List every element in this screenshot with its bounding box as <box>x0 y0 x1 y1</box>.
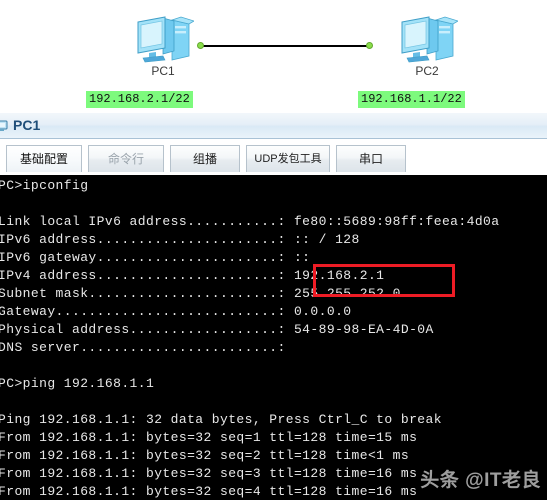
terminal-line: Ping 192.168.1.1: 32 data bytes, Press C… <box>0 412 442 427</box>
terminal-line: Link local IPv6 address...........: fe80… <box>0 214 500 229</box>
window-title-text: PC1 <box>13 117 41 133</box>
window-title-bar: PC1 <box>0 113 547 139</box>
terminal-line: Physical address..................: 54-8… <box>0 322 434 337</box>
tab-strip: 基础配置 命令行 组播 UDP发包工具 串口 <box>0 139 547 175</box>
pc-window-icon <box>0 120 8 131</box>
tab-label: 串口 <box>358 152 383 166</box>
desktop-pc-icon <box>401 16 458 63</box>
topology-node-label: PC2 <box>415 64 439 78</box>
terminal-output: PC>ipconfig Link local IPv6 address.....… <box>0 177 547 500</box>
tab-label: 基础配置 <box>19 152 68 166</box>
tab-label: 组播 <box>192 152 217 166</box>
terminal-line: IPv6 address......................: :: /… <box>0 232 360 247</box>
tab-udp-tool[interactable]: UDP发包工具 <box>246 145 330 172</box>
terminal-line: IPv4 address......................: 192.… <box>0 268 385 283</box>
link-cable <box>200 45 372 47</box>
tab-label: UDP发包工具 <box>254 153 322 165</box>
terminal-line: PC>ping 192.168.1.1 <box>0 376 155 391</box>
topology-node-pc1[interactable]: PC1 <box>118 14 208 78</box>
desktop-pc-icon <box>137 16 194 63</box>
app-screenshot: PC1 PC2 192.168.2.1/22 192.168.1.1/22 PC… <box>0 0 547 500</box>
terminal-line: IPv6 gateway......................: :: <box>0 250 311 265</box>
terminal-line: PC>ipconfig <box>0 178 89 193</box>
topology-ip-label-pc1: 192.168.2.1/22 <box>86 91 193 108</box>
link-endpoint-pc2[interactable] <box>366 42 373 49</box>
terminal-line: From 192.168.1.1: bytes=32 seq=2 ttl=128… <box>0 448 410 463</box>
topology-ip-label-pc2: 192.168.1.1/22 <box>358 91 465 108</box>
tab-multicast[interactable]: 组播 <box>170 145 240 172</box>
tab-command-line[interactable]: 命令行 <box>88 145 164 172</box>
topology-node-label: PC1 <box>151 64 175 78</box>
terminal-line: From 192.168.1.1: bytes=32 seq=1 ttl=128… <box>0 430 418 445</box>
tab-basic-config[interactable]: 基础配置 <box>6 145 82 172</box>
tab-label: 命令行 <box>107 152 144 166</box>
terminal-line: Subnet mask.......................: 255.… <box>0 286 401 301</box>
terminal-console[interactable]: PC>ipconfig Link local IPv6 address.....… <box>0 175 547 500</box>
terminal-line: DNS server........................: <box>0 340 286 355</box>
tab-serial-port[interactable]: 串口 <box>336 145 406 172</box>
network-topology-canvas[interactable]: PC1 PC2 192.168.2.1/22 192.168.1.1/22 <box>0 0 547 114</box>
terminal-line: Gateway...........................: 0.0.… <box>0 304 352 319</box>
watermark-text: 头条 @IT老良 <box>420 470 541 491</box>
topology-node-pc2[interactable]: PC2 <box>382 14 472 78</box>
